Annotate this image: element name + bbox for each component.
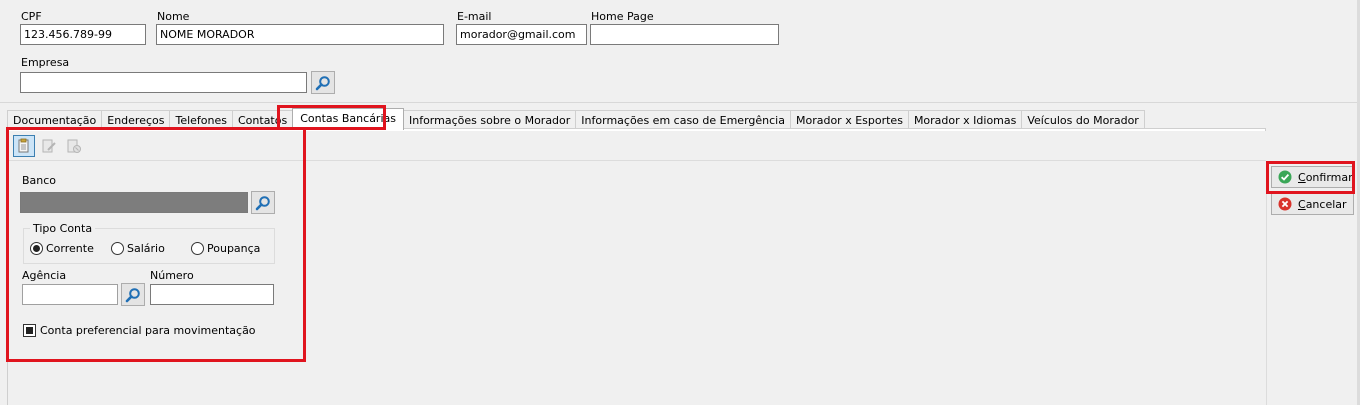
tab-strip: Documentação Endereços Telefones Contato… — [7, 108, 1145, 130]
radio-poupanca[interactable]: Poupança — [191, 242, 260, 255]
radio-poupanca-label: Poupança — [207, 242, 261, 255]
new-record-button[interactable] — [13, 135, 35, 157]
empresa-label: Empresa — [21, 56, 70, 69]
tab-veiculos-morador[interactable]: Veículos do Morador — [1021, 110, 1145, 130]
tab-informacoes-emergencia[interactable]: Informações em caso de Emergência — [575, 110, 791, 130]
search-icon — [125, 287, 140, 302]
conta-preferencial-indicator — [23, 324, 36, 337]
confirmar-button[interactable]: Confirmar — [1271, 166, 1354, 188]
homepage-label: Home Page — [591, 10, 654, 23]
cancelar-label: Cancelar — [1298, 197, 1347, 211]
tab-contatos[interactable]: Contatos — [232, 110, 294, 130]
agencia-field[interactable] — [22, 284, 118, 305]
empresa-search-button[interactable] — [311, 71, 335, 94]
radio-salario[interactable]: Salário — [111, 242, 165, 255]
numero-label: Número — [150, 269, 194, 282]
cancelar-button[interactable]: Cancelar — [1271, 193, 1354, 215]
conta-preferencial-label: Conta preferencial para movimentação — [40, 324, 256, 337]
delete-record-button[interactable] — [63, 135, 85, 157]
tab-telefones[interactable]: Telefones — [169, 110, 233, 130]
conta-preferencial-checkbox[interactable]: Conta preferencial para movimentação — [23, 324, 256, 337]
search-icon — [315, 75, 330, 90]
banco-field[interactable] — [20, 192, 248, 213]
tab-contas-bancarias[interactable]: Contas Bancárias — [292, 108, 404, 130]
radio-poupanca-indicator — [191, 242, 204, 255]
radio-corrente-indicator — [30, 242, 43, 255]
cpf-field[interactable]: 123.456.789-99 — [20, 24, 146, 45]
banco-label: Banco — [22, 174, 57, 187]
tab-enderecos[interactable]: Endereços — [101, 110, 171, 130]
edit-record-icon — [42, 139, 56, 153]
nome-label: Nome — [157, 10, 190, 23]
check-circle-icon — [1278, 170, 1292, 184]
email-label: E-mail — [457, 10, 492, 23]
numero-field[interactable] — [150, 284, 274, 305]
tab-documentacao[interactable]: Documentação — [7, 110, 103, 130]
record-toolbar — [8, 131, 1266, 161]
tab-informacoes-morador[interactable]: Informações sobre o Morador — [402, 110, 577, 130]
delete-record-icon — [67, 139, 81, 153]
radio-corrente-label: Corrente — [46, 242, 94, 255]
new-record-icon — [18, 138, 29, 153]
confirmar-label: Confirmar — [1298, 170, 1353, 184]
tab-morador-idiomas[interactable]: Morador x Idiomas — [907, 110, 1023, 130]
tipo-conta-label: Tipo Conta — [30, 222, 96, 235]
empresa-field[interactable] — [20, 72, 307, 93]
agencia-search-button[interactable] — [121, 283, 145, 306]
homepage-field[interactable] — [590, 24, 779, 45]
edit-record-button[interactable] — [38, 135, 60, 157]
radio-salario-indicator — [111, 242, 124, 255]
banco-search-button[interactable] — [251, 191, 275, 214]
radio-salario-label: Salário — [127, 242, 165, 255]
search-icon — [255, 195, 270, 210]
cpf-label: CPF — [21, 10, 42, 23]
agencia-label: Agência — [22, 269, 67, 282]
radio-corrente[interactable]: Corrente — [30, 242, 94, 255]
cancel-circle-icon — [1278, 197, 1292, 211]
nome-field[interactable]: NOME MORADOR — [156, 24, 444, 45]
email-field[interactable]: morador@gmail.com — [456, 24, 587, 45]
tab-morador-esportes[interactable]: Morador x Esportes — [789, 110, 909, 130]
